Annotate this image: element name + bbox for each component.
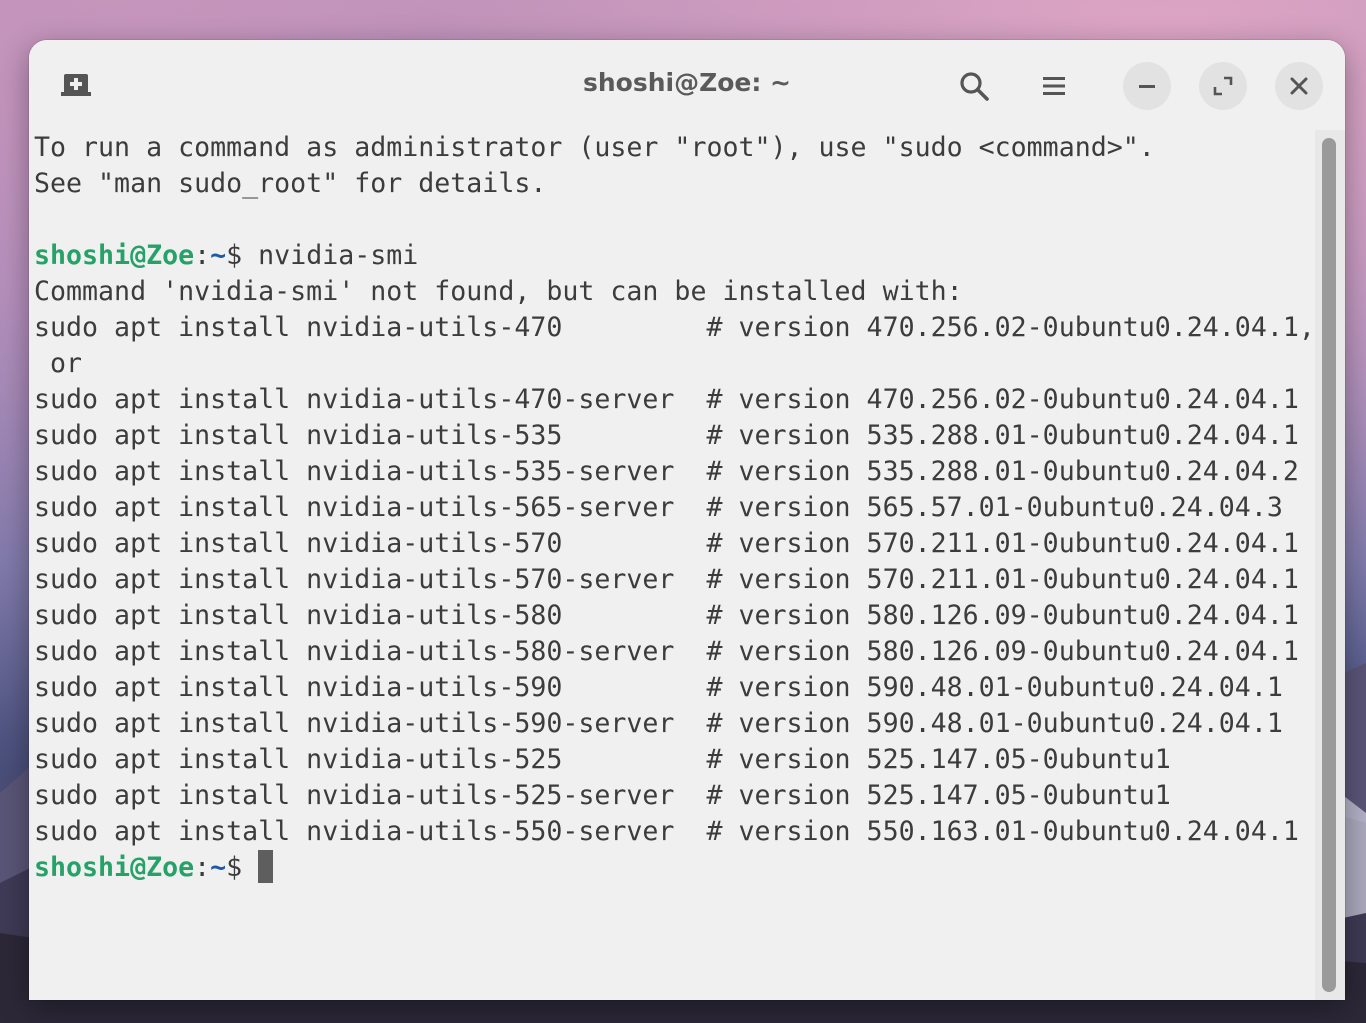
prompt-symbol: $ xyxy=(226,852,259,883)
output-line: sudo apt install nvidia-utils-470 # vers… xyxy=(34,312,1315,343)
output-line: Command 'nvidia-smi' not found, but can … xyxy=(34,276,963,307)
text-cursor xyxy=(258,850,274,883)
output-line: sudo apt install nvidia-utils-535 # vers… xyxy=(34,420,1299,451)
output-line: sudo apt install nvidia-utils-525-server… xyxy=(34,780,1171,811)
output-line: sudo apt install nvidia-utils-565-server… xyxy=(34,492,1283,523)
prompt-colon: : xyxy=(194,240,211,271)
prompt-path: ~ xyxy=(210,852,227,883)
minimize-button[interactable] xyxy=(1123,62,1171,110)
output-line: sudo apt install nvidia-utils-580 # vers… xyxy=(34,600,1299,631)
search-button[interactable] xyxy=(949,64,999,108)
terminal-output[interactable]: To run a command as administrator (user … xyxy=(29,130,1315,1000)
close-button[interactable] xyxy=(1275,62,1323,110)
output-line: sudo apt install nvidia-utils-580-server… xyxy=(34,636,1299,667)
hamburger-menu-icon xyxy=(1043,77,1065,95)
output-line: sudo apt install nvidia-utils-470-server… xyxy=(34,384,1299,415)
prompt-user-host: shoshi@Zoe xyxy=(34,240,195,271)
terminal-line: To run a command as administrator (user … xyxy=(34,132,1155,163)
terminal-line: See "man sudo_root" for details. xyxy=(34,168,547,199)
command-line: shoshi@Zoe:~$ nvidia-smi xyxy=(34,238,1313,274)
output-line: sudo apt install nvidia-utils-550-server… xyxy=(34,816,1299,847)
prompt-user-host: shoshi@Zoe xyxy=(34,852,195,883)
output-line: sudo apt install nvidia-utils-590 # vers… xyxy=(34,672,1283,703)
search-icon xyxy=(960,72,989,101)
maximize-icon xyxy=(1213,76,1233,96)
new-tab-button[interactable] xyxy=(51,64,101,108)
close-icon xyxy=(1290,77,1308,95)
prompt-symbol: $ xyxy=(226,240,259,271)
minimize-icon xyxy=(1139,85,1155,88)
entered-command: nvidia-smi xyxy=(258,240,419,271)
scrollbar-thumb[interactable] xyxy=(1322,138,1336,992)
title-bar[interactable]: shoshi@Zoe: ~ xyxy=(29,40,1345,130)
output-line: sudo apt install nvidia-utils-525 # vers… xyxy=(34,744,1171,775)
output-line: or xyxy=(34,348,83,379)
output-line: sudo apt install nvidia-utils-535-server… xyxy=(34,456,1299,487)
prompt-path: ~ xyxy=(210,240,227,271)
output-line: sudo apt install nvidia-utils-570 # vers… xyxy=(34,528,1299,559)
scrollbar[interactable] xyxy=(1315,130,1345,1000)
prompt-colon: : xyxy=(194,852,211,883)
output-line: sudo apt install nvidia-utils-590-server… xyxy=(34,708,1283,739)
maximize-button[interactable] xyxy=(1199,62,1247,110)
active-prompt-line[interactable]: shoshi@Zoe:~$ xyxy=(34,850,1313,886)
terminal-window: shoshi@Zoe: ~ To run a command as admini… xyxy=(29,40,1345,1000)
new-tab-icon xyxy=(61,74,91,96)
main-menu-button[interactable] xyxy=(1029,64,1079,108)
output-line: sudo apt install nvidia-utils-570-server… xyxy=(34,564,1299,595)
